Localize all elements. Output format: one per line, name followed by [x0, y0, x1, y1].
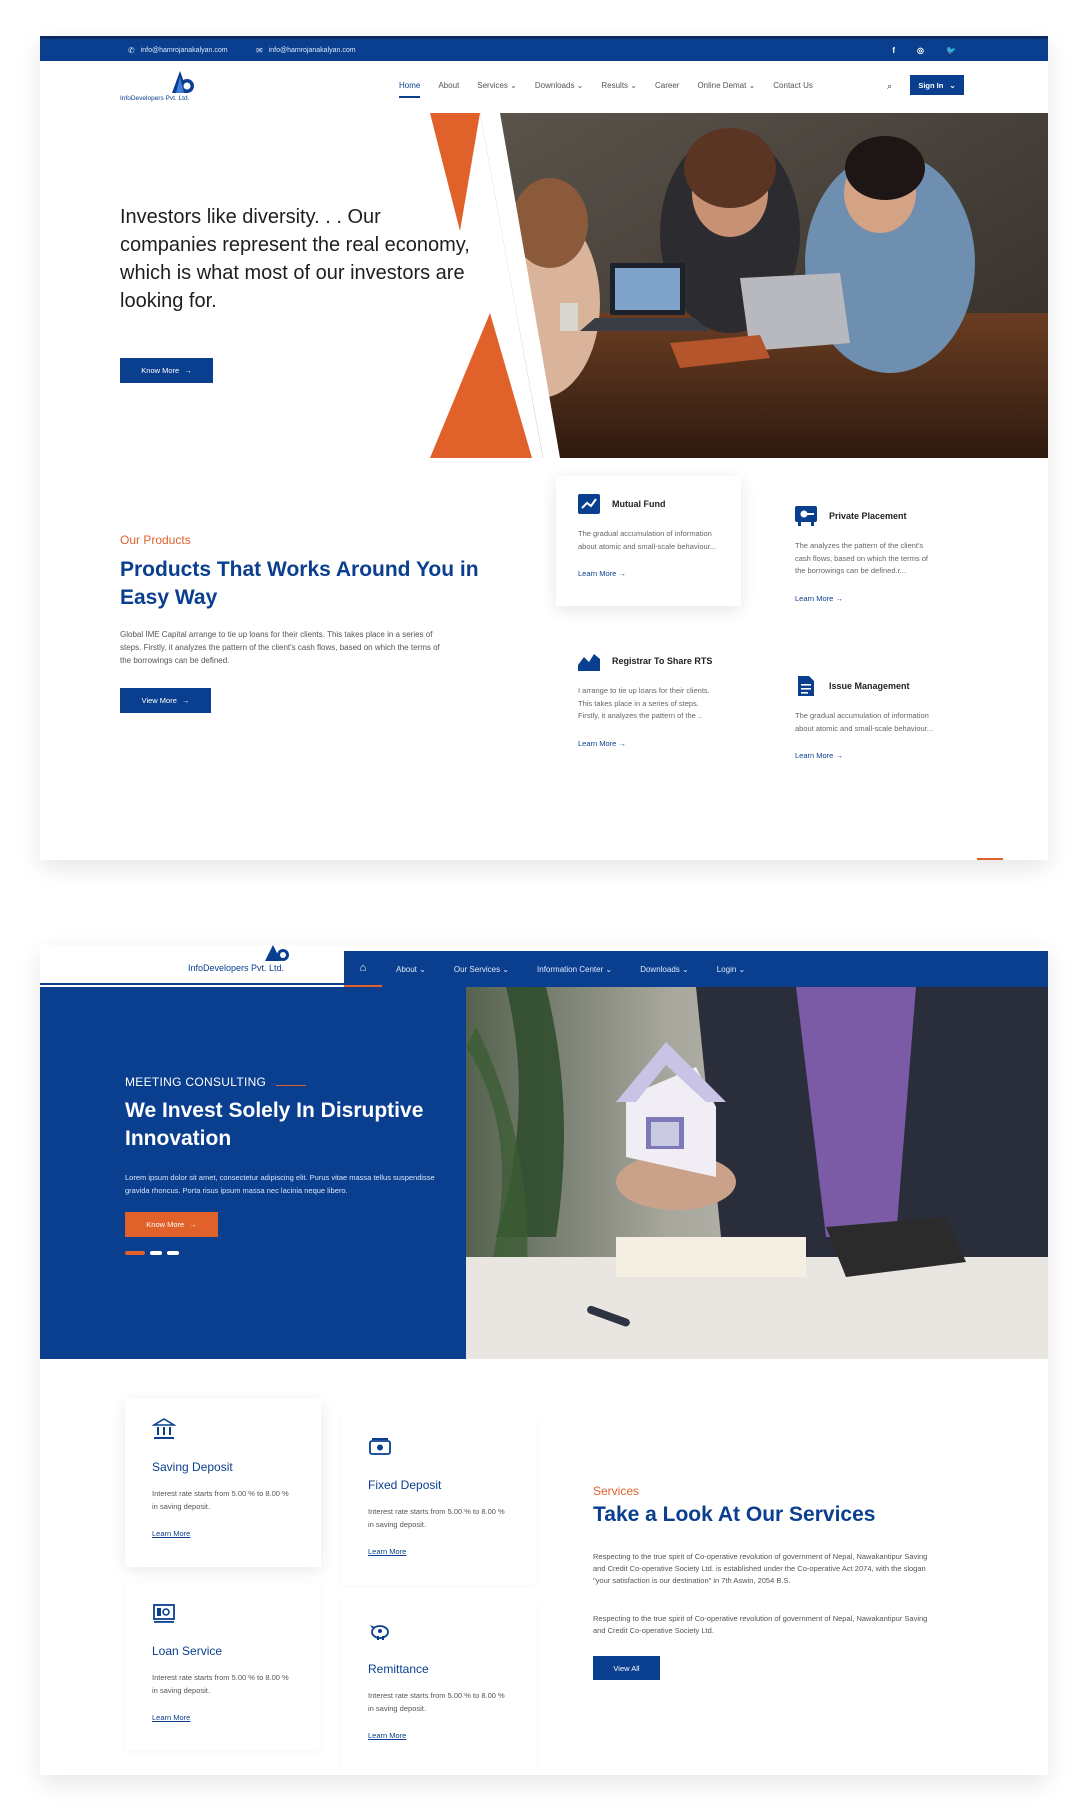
- mail-icon: ✉: [256, 45, 263, 55]
- website-preview-2: InfoDevelopers Pvt. Ltd. ⌂ About ⌄ Our S…: [40, 945, 1048, 1775]
- logo-area: InfoDevelopers Pvt. Ltd.: [40, 945, 344, 985]
- hero-headline: Investors like diversity. . . Our compan…: [120, 206, 470, 312]
- nav-item-career[interactable]: Career: [646, 81, 688, 90]
- hero-eyebrow-2: MEETING CONSULTING: [125, 1075, 307, 1089]
- learn-more-link[interactable]: Learn More: [368, 1731, 406, 1740]
- nav-item-services[interactable]: Services ⌄: [468, 81, 526, 90]
- learn-more-link[interactable]: Learn More →: [578, 733, 719, 751]
- document-icon: [798, 676, 814, 696]
- hero-title-2: We Invest Solely In Disruptive Innovatio…: [125, 1099, 424, 1150]
- learn-more-link[interactable]: Learn More: [368, 1547, 406, 1556]
- website-preview-1: ✆ info@hamrojanakalyan.com ✉ info@hamroj…: [40, 36, 1048, 860]
- nav-item-home[interactable]: Home: [390, 81, 429, 98]
- main-navigation-2: InfoDevelopers Pvt. Ltd. ⌂ About ⌄ Our S…: [40, 945, 1048, 987]
- site-logo-2[interactable]: InfoDevelopers Pvt. Ltd.: [188, 945, 298, 983]
- loan-icon: [153, 1604, 175, 1623]
- eyebrow-divider: [276, 1084, 307, 1086]
- know-more-button[interactable]: Know More →: [120, 358, 213, 383]
- hero-photo: [430, 113, 1048, 458]
- chevron-down-icon: ⌄: [949, 80, 956, 90]
- scroll-indicator: [977, 858, 1003, 860]
- main-navigation: InfoDevelopers Pvt. Ltd. Home About Serv…: [40, 61, 1048, 113]
- service-card-remittance[interactable]: Remittance Interest rate starts from 5.0…: [341, 1601, 537, 1769]
- nav-item-login[interactable]: Login ⌄: [703, 965, 760, 974]
- products-section: Our Products Products That Works Around …: [40, 458, 1048, 860]
- line-chart-icon: [578, 494, 600, 514]
- hero-lead-2: Lorem ipsum dolor sit amet, consectetur …: [125, 1173, 435, 1195]
- services-paragraph-1: Respecting to the true spirit of Co-oper…: [593, 1552, 928, 1585]
- nav-item-our-services[interactable]: Our Services ⌄: [440, 965, 523, 974]
- services-paragraph-2: Respecting to the true spirit of Co-oper…: [593, 1614, 928, 1635]
- nav-item-about[interactable]: About ⌄: [382, 965, 440, 974]
- area-chart-icon: [578, 654, 600, 671]
- logo-mark-icon: [265, 945, 289, 961]
- phone-icon: ✆: [128, 45, 135, 55]
- hero-photo-2: [466, 987, 1048, 1359]
- services-title: Take a Look At Our Services: [593, 1503, 876, 1526]
- search-icon[interactable]: ⌕: [887, 81, 892, 92]
- sign-in-button[interactable]: Sign In ⌄: [910, 75, 964, 95]
- learn-more-link[interactable]: Learn More: [152, 1713, 190, 1722]
- view-all-button[interactable]: View All: [593, 1656, 660, 1680]
- nav-item-results[interactable]: Results ⌄: [592, 81, 646, 90]
- learn-more-link[interactable]: Learn More →: [578, 563, 719, 581]
- slider-dot-3[interactable]: [167, 1251, 179, 1255]
- know-more-button-2[interactable]: Know More →: [125, 1212, 218, 1237]
- product-card-mutual-fund[interactable]: Mutual Fund The gradual accumulation of …: [556, 476, 741, 606]
- cash-icon: [369, 1438, 391, 1455]
- nav-item-downloads[interactable]: Downloads ⌄: [526, 81, 593, 90]
- nav-item-about[interactable]: About: [429, 81, 468, 90]
- slider-dots: [125, 1251, 179, 1255]
- arrow-right-icon: →: [181, 696, 190, 705]
- product-card-issue-management[interactable]: Issue Management The gradual accumulatio…: [773, 658, 958, 781]
- contact-email-1[interactable]: ✆ info@hamrojanakalyan.com: [128, 46, 228, 55]
- service-card-saving-deposit[interactable]: Saving Deposit Interest rate starts from…: [125, 1399, 321, 1567]
- instagram-icon[interactable]: ◎: [917, 46, 924, 55]
- service-card-loan-service[interactable]: Loan Service Interest rate starts from 5…: [125, 1583, 321, 1751]
- services-eyebrow: Services: [593, 1484, 640, 1498]
- learn-more-link[interactable]: Learn More →: [795, 588, 936, 606]
- products-eyebrow: Our Products: [120, 533, 191, 547]
- nav-item-downloads[interactable]: Downloads ⌄: [626, 965, 703, 974]
- hero-section-2: MEETING CONSULTING We Invest Solely In D…: [40, 987, 1048, 1359]
- arrow-right-icon: →: [184, 366, 192, 375]
- piggy-bank-icon: [370, 1625, 389, 1640]
- showcase-canvas: ✆ info@hamrojanakalyan.com ✉ info@hamroj…: [0, 0, 1088, 1806]
- logo-mark-icon: [172, 71, 194, 93]
- learn-more-link[interactable]: Learn More: [152, 1529, 190, 1538]
- slider-dot-2[interactable]: [150, 1251, 162, 1255]
- nav-item-information-center[interactable]: Information Center ⌄: [523, 965, 626, 974]
- service-card-fixed-deposit[interactable]: Fixed Deposit Interest rate starts from …: [341, 1417, 537, 1585]
- nav-item-contact[interactable]: Contact Us: [764, 81, 822, 90]
- key-icon: [795, 506, 817, 526]
- nav-bar: ⌂ About ⌄ Our Services ⌄ Information Cen…: [344, 951, 1048, 987]
- home-icon[interactable]: ⌂: [344, 951, 382, 987]
- bank-icon: [151, 1418, 177, 1439]
- site-logo[interactable]: InfoDevelopers Pvt. Ltd.: [120, 71, 210, 105]
- logo-text: InfoDevelopers Pvt. Ltd.: [120, 95, 190, 102]
- product-card-private-placement[interactable]: Private Placement The analyzes the patte…: [773, 488, 958, 624]
- arrow-right-icon: →: [189, 1220, 197, 1229]
- hero-section: Investors like diversity. . . Our compan…: [40, 113, 1048, 458]
- logo-text: InfoDevelopers Pvt. Ltd.: [188, 963, 285, 973]
- top-contact-bar: ✆ info@hamrojanakalyan.com ✉ info@hamroj…: [40, 36, 1048, 61]
- nav-item-online-demat[interactable]: Online Demat ⌄: [688, 81, 764, 90]
- slider-dot-1[interactable]: [125, 1251, 145, 1255]
- learn-more-link[interactable]: Learn More →: [795, 745, 936, 763]
- social-links: f ◎ 🐦: [892, 46, 956, 55]
- nav-menu: Home About Services ⌄ Downloads ⌄ Result…: [390, 81, 822, 98]
- facebook-icon[interactable]: f: [892, 46, 895, 55]
- view-more-button[interactable]: View More →: [120, 688, 211, 713]
- services-section: Saving Deposit Interest rate starts from…: [40, 1359, 1048, 1775]
- products-title: Products That Works Around You in Easy W…: [120, 558, 479, 609]
- twitter-icon[interactable]: 🐦: [946, 46, 956, 55]
- contact-email-2[interactable]: ✉ info@hamrojanakalyan.com: [256, 46, 356, 55]
- products-description: Global IME Capital arrange to tie up loa…: [120, 630, 440, 665]
- product-card-registrar[interactable]: Registrar To Share RTS I arrange to tie …: [556, 633, 741, 769]
